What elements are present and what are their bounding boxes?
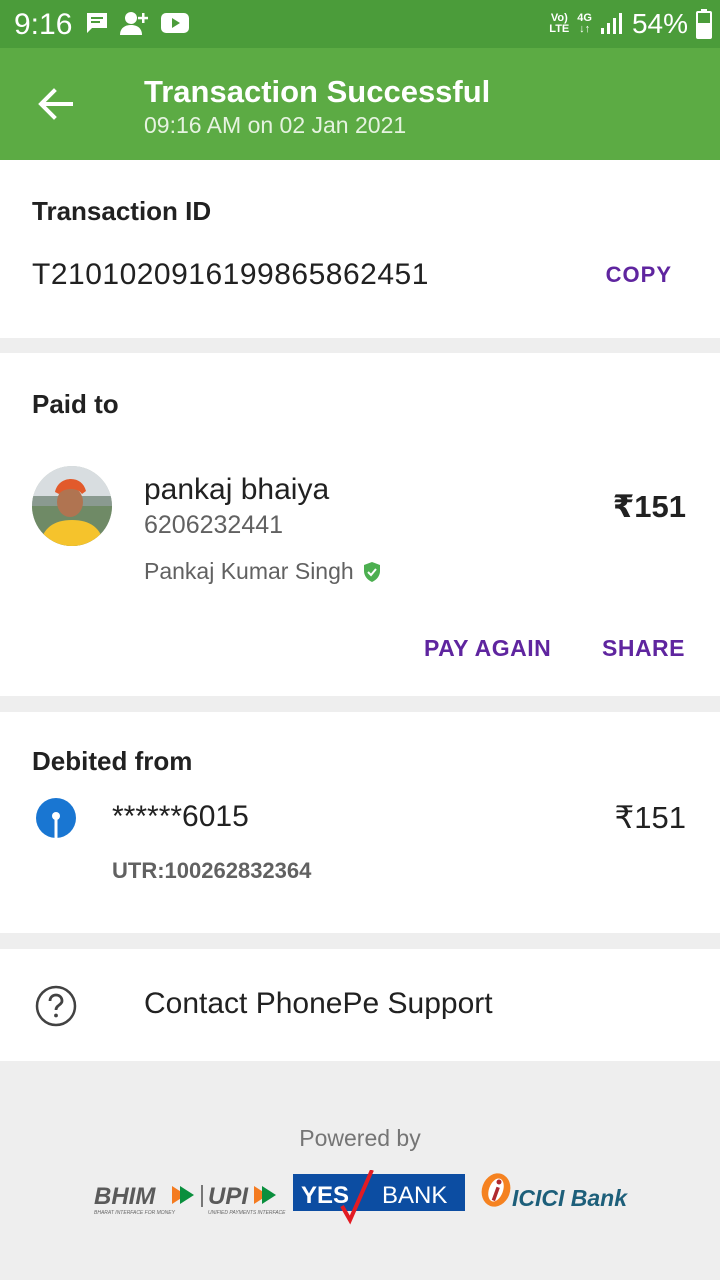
account-number: ******6015 xyxy=(112,800,249,833)
bank-text: BANK xyxy=(382,1182,447,1209)
volte-indicator: Vo) LTE xyxy=(549,12,570,35)
contact-support-label: Contact PhonePe Support xyxy=(144,987,493,1020)
add-contact-icon xyxy=(120,12,148,35)
partner-logos: BHIM UPI BHARAT INTERFACE FOR MONEY UNIF… xyxy=(0,1169,720,1230)
paid-to-card: Paid to pankaj bhaiya 6206232441 Pankaj … xyxy=(0,353,720,696)
signal-icon xyxy=(600,13,622,34)
bhim-upi-logo: BHIM UPI BHARAT INTERFACE FOR MONEY UNIF… xyxy=(94,1183,286,1216)
verified-shield-icon xyxy=(363,561,380,582)
app-bar: Transaction Successful 09:16 AM on 02 Ja… xyxy=(0,48,720,160)
yes-text: YES xyxy=(301,1182,349,1209)
transaction-id-label: Transaction ID xyxy=(32,196,212,226)
arrow-left-icon xyxy=(38,88,73,120)
verified-name-text: Pankaj Kumar Singh xyxy=(144,558,354,584)
payee-verified-name: Pankaj Kumar Singh xyxy=(144,558,382,585)
page-title: Transaction Successful xyxy=(144,74,491,109)
notification-icons xyxy=(84,10,190,36)
system-status: Vo) LTE 4G ↓↑ 54% xyxy=(549,8,712,40)
avatar[interactable] xyxy=(32,466,112,546)
contact-support-row[interactable]: Contact PhonePe Support xyxy=(0,949,720,1061)
payee-photo xyxy=(32,466,112,546)
powered-by-label: Powered by xyxy=(299,1125,421,1151)
payee-name: pankaj bhaiya xyxy=(144,473,330,506)
data-indicator: 4G ↓↑ xyxy=(577,12,592,35)
transaction-id-card: Transaction ID T2101020916199865862451 C… xyxy=(0,160,720,338)
payee-phone: 6206232441 xyxy=(144,511,284,539)
partner-logos-graphic: BHIM UPI BHARAT INTERFACE FOR MONEY UNIF… xyxy=(94,1169,628,1225)
youtube-icon xyxy=(161,13,189,33)
status-bar: 9:16 Vo) LTE 4G ↓↑ 54% xyxy=(0,0,720,48)
status-time: 9:16 xyxy=(14,8,73,41)
back-button[interactable] xyxy=(30,82,80,126)
upi-tagline: UNIFIED PAYMENTS INTERFACE xyxy=(208,1210,286,1216)
bhim-text: BHIM xyxy=(94,1183,156,1210)
icici-text: ICICI Bank xyxy=(512,1185,628,1211)
utr-number: UTR:100262832364 xyxy=(112,858,312,883)
bhim-tagline: BHARAT INTERFACE FOR MONEY xyxy=(94,1210,176,1216)
upi-text: UPI xyxy=(208,1183,249,1210)
battery-percent: 54% xyxy=(631,8,688,39)
help-icon xyxy=(35,985,77,1027)
transaction-id-value: T2101020916199865862451 xyxy=(32,258,429,291)
debited-from-card: Debited from ******6015 ₹151 UTR:1002628… xyxy=(0,712,720,933)
sbi-bank-icon xyxy=(36,798,76,838)
pay-again-button[interactable]: PAY AGAIN xyxy=(424,635,551,662)
debited-amount: ₹151 xyxy=(614,800,686,835)
battery-icon xyxy=(696,9,712,39)
yes-bank-logo: YES BANK xyxy=(293,1169,465,1225)
transaction-datetime: 09:16 AM on 02 Jan 2021 xyxy=(144,112,407,138)
share-button[interactable]: SHARE xyxy=(602,635,685,662)
debited-from-label: Debited from xyxy=(32,746,193,776)
paid-amount: ₹151 xyxy=(612,489,686,524)
message-icon xyxy=(87,13,107,33)
paid-to-label: Paid to xyxy=(32,389,119,419)
copy-button[interactable]: COPY xyxy=(606,262,672,288)
icici-bank-logo: ICICI Bank xyxy=(481,1173,628,1211)
